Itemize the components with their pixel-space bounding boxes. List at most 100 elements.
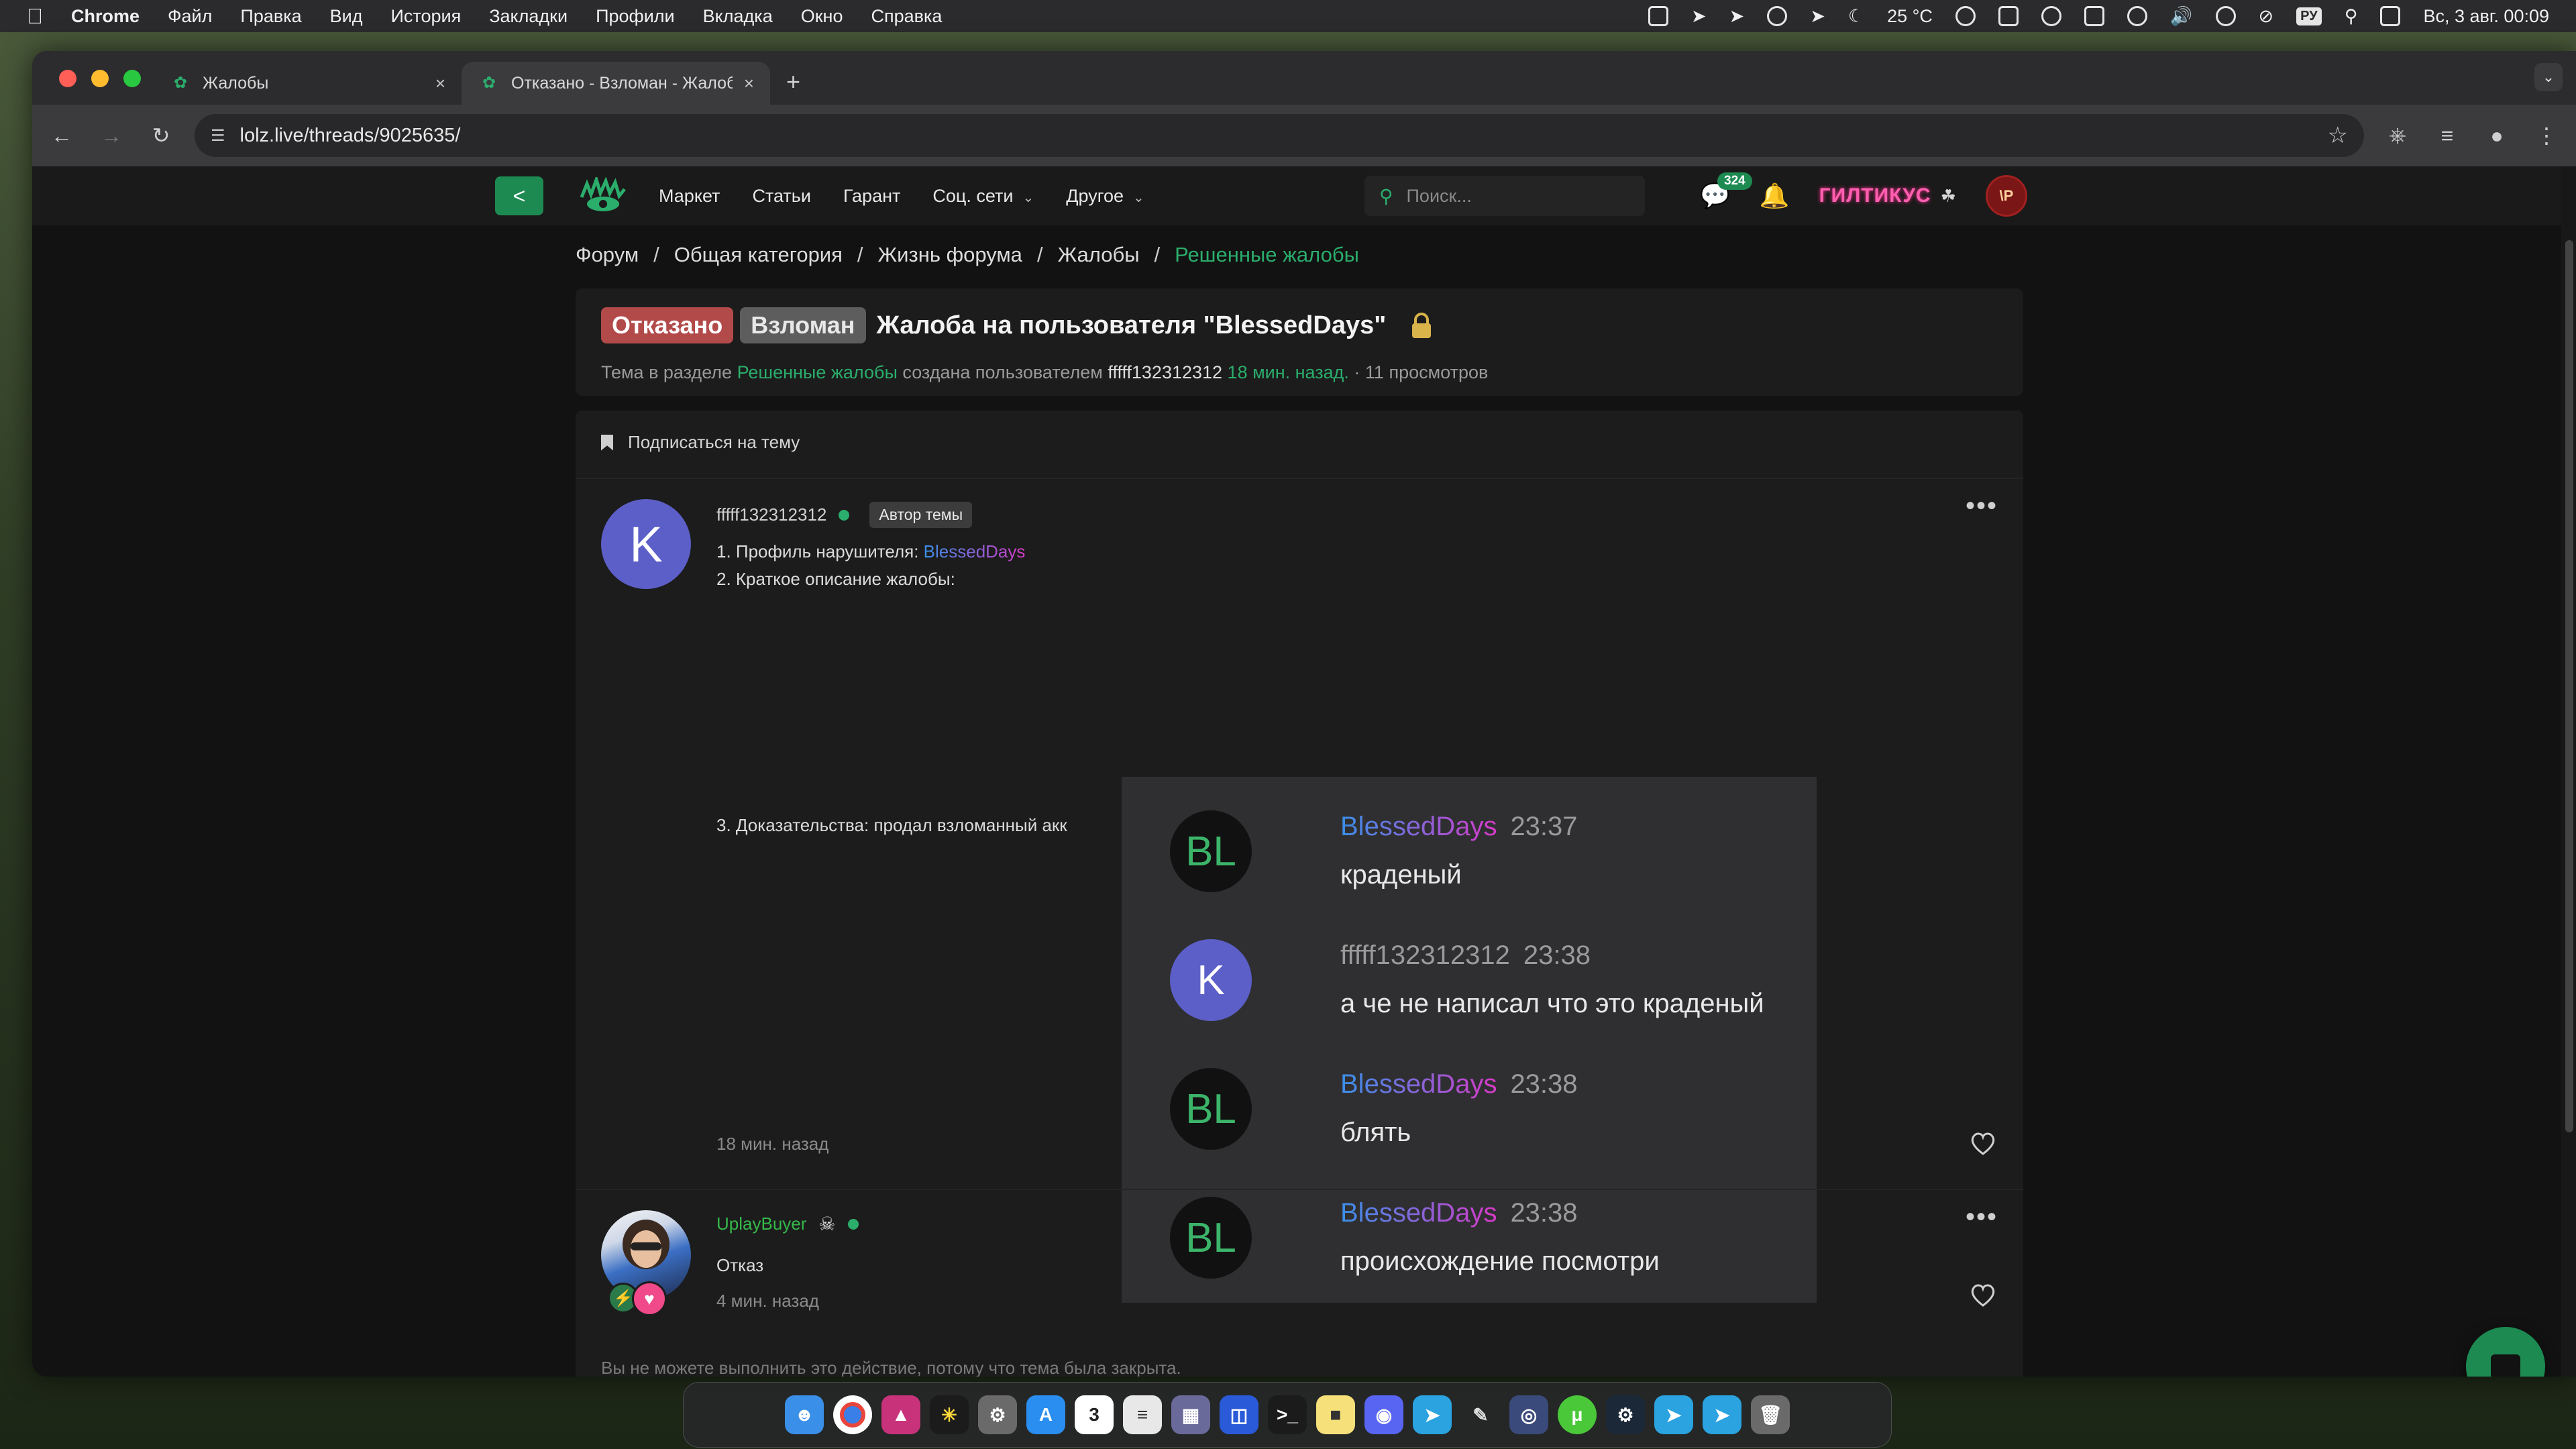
- p-status-icon[interactable]: [1767, 6, 1788, 26]
- breadcrumb-forum[interactable]: Форум: [576, 243, 639, 267]
- volume-icon[interactable]: 🔊: [2170, 5, 2193, 27]
- menubar-item-edit[interactable]: Правка: [240, 6, 301, 27]
- lolz-logo-icon[interactable]: [577, 176, 629, 216]
- browser-tab-complaints[interactable]: ✿ Жалобы ×: [153, 62, 462, 105]
- tab-close-icon[interactable]: ×: [435, 73, 445, 94]
- site-search[interactable]: ⚲ Поиск...: [1364, 176, 1645, 216]
- menubar-item-window[interactable]: Окно: [801, 6, 843, 27]
- site-settings-icon[interactable]: ☰: [211, 126, 225, 146]
- notifications-bell-icon[interactable]: 🔔: [1760, 182, 1790, 210]
- discord-icon[interactable]: ◉: [1364, 1395, 1403, 1434]
- telegram-status-icon-3[interactable]: ➤: [1810, 6, 1825, 27]
- settings-icon[interactable]: ⚙: [978, 1395, 1017, 1434]
- violator-profile-link[interactable]: BlessedDays: [924, 541, 1026, 561]
- avatar[interactable]: K: [601, 499, 691, 589]
- telegram2-icon[interactable]: ➤: [1654, 1395, 1693, 1434]
- site-back-button[interactable]: <: [495, 176, 543, 215]
- vpn-icon[interactable]: [2041, 6, 2061, 26]
- telegram-status-icon[interactable]: ➤: [1691, 6, 1707, 27]
- finder-icon[interactable]: ☻: [785, 1395, 824, 1434]
- nav-social-dropdown[interactable]: Соц. сети ⌄: [932, 186, 1034, 207]
- current-user-avatar[interactable]: \P: [1985, 175, 2027, 217]
- menubar-item-history[interactable]: История: [390, 6, 461, 27]
- post-timestamp[interactable]: 18 мин. назад: [716, 1134, 828, 1155]
- wifi-off-icon[interactable]: ⊘: [2259, 6, 2274, 27]
- play-icon[interactable]: [2215, 6, 2236, 26]
- control-center-icon[interactable]: [2380, 6, 2401, 26]
- extensions-puzzle-icon[interactable]: ⎈: [2381, 119, 2414, 152]
- nav-articles[interactable]: Статьи: [752, 186, 811, 207]
- menubar-item-file[interactable]: Файл: [168, 6, 212, 27]
- pen-icon[interactable]: ✎: [1461, 1395, 1500, 1434]
- nav-other-dropdown[interactable]: Другое ⌄: [1066, 186, 1144, 207]
- breadcrumb-resolved[interactable]: Решенные жалобы: [1175, 243, 1359, 267]
- steam-icon[interactable]: ⚙: [1606, 1395, 1645, 1434]
- display-icon[interactable]: [1648, 6, 1668, 26]
- apple-menu-icon[interactable]: : [27, 4, 43, 29]
- zoom-window-button[interactable]: [123, 70, 141, 87]
- prefix-rejected-badge[interactable]: Отказано: [601, 307, 734, 343]
- reading-list-icon[interactable]: ≡: [2431, 119, 2463, 152]
- back-arrow-icon[interactable]: ←: [46, 119, 78, 152]
- menubar-item-profiles[interactable]: Профили: [596, 6, 675, 27]
- calendar-icon[interactable]: 3: [1075, 1395, 1114, 1434]
- breadcrumb-complaints[interactable]: Жалобы: [1058, 243, 1140, 267]
- post-more-icon[interactable]: •••: [1966, 491, 1998, 521]
- page-scrollbar[interactable]: [2561, 166, 2576, 1377]
- telegram-icon[interactable]: ➤: [1413, 1395, 1452, 1434]
- menubar-item-tab[interactable]: Вкладка: [703, 6, 773, 27]
- browser-menu-icon[interactable]: ⋮: [2530, 119, 2563, 152]
- new-tab-button[interactable]: +: [770, 62, 816, 105]
- menubar-item-view[interactable]: Вид: [330, 6, 363, 27]
- telegram3-icon[interactable]: ➤: [1703, 1395, 1741, 1434]
- like-heart-icon[interactable]: [1968, 1280, 1998, 1309]
- stickies-icon[interactable]: ■: [1316, 1395, 1355, 1434]
- telegram-status-icon-2[interactable]: ➤: [1729, 6, 1745, 27]
- weather-moon-icon[interactable]: ☾: [1848, 6, 1864, 27]
- spotlight-search-icon[interactable]: ⚲: [2345, 6, 2358, 27]
- launchpad-icon[interactable]: ▦: [1171, 1395, 1210, 1434]
- chrome-icon[interactable]: [833, 1395, 872, 1434]
- post-username[interactable]: UplayBuyer: [716, 1214, 806, 1234]
- menubar-item-help[interactable]: Справка: [871, 6, 942, 27]
- bitwarden-status-icon[interactable]: [2084, 6, 2104, 26]
- wordpress-icon-2[interactable]: [2127, 6, 2147, 26]
- utorrent-icon[interactable]: μ: [1558, 1395, 1597, 1434]
- user-menu[interactable]: ГИЛТИКУС ☘: [1819, 184, 1956, 207]
- scrollbar-thumb[interactable]: [2565, 240, 2573, 1132]
- url-text[interactable]: lolz.live/threads/9025635/: [240, 125, 461, 147]
- affinity-icon[interactable]: ▲: [881, 1395, 920, 1434]
- notes-icon[interactable]: ≡: [1123, 1395, 1162, 1434]
- tab-search-chevron-icon[interactable]: ⌄: [2534, 63, 2563, 91]
- close-window-button[interactable]: [59, 70, 76, 87]
- reload-icon[interactable]: ↻: [145, 119, 177, 152]
- nav-market[interactable]: Маркет: [659, 186, 720, 207]
- search-placeholder[interactable]: Поиск...: [1407, 186, 1472, 207]
- post-timestamp[interactable]: 4 мин. назад: [716, 1291, 819, 1311]
- bitwarden-icon[interactable]: ◫: [1220, 1395, 1258, 1434]
- menubar-clock[interactable]: Вс, 3 авг. 00:09: [2423, 6, 2549, 27]
- bookmark-star-icon[interactable]: ☆: [2328, 122, 2348, 149]
- weather-temperature[interactable]: 25 °C: [1887, 6, 1933, 27]
- chat-fab-button[interactable]: [2466, 1327, 2545, 1377]
- menubar-app-name[interactable]: Chrome: [71, 6, 140, 27]
- cloud-icon[interactable]: [1998, 6, 2019, 26]
- breadcrumb-forum-life[interactable]: Жизнь форума: [878, 243, 1022, 267]
- post-more-icon[interactable]: •••: [1966, 1202, 1998, 1232]
- appstore-icon[interactable]: A: [1026, 1395, 1065, 1434]
- meta-section-link[interactable]: Решенные жалобы: [737, 362, 898, 382]
- minimize-window-button[interactable]: [91, 70, 109, 87]
- meta-author-link[interactable]: fffff132312312: [1108, 362, 1222, 382]
- subscribe-button[interactable]: Подписаться на тему: [601, 432, 800, 453]
- like-heart-icon[interactable]: [1968, 1128, 1998, 1158]
- breadcrumb-general[interactable]: Общая категория: [674, 243, 843, 267]
- browser-tab-active[interactable]: ✿ Отказано - Взломан - Жалоба ×: [462, 62, 770, 105]
- prefix-hacked-badge[interactable]: Взломан: [740, 307, 866, 343]
- spark-icon[interactable]: ✳: [930, 1395, 969, 1434]
- tab-close-icon[interactable]: ×: [744, 73, 754, 94]
- wordpress-icon[interactable]: [1955, 6, 1976, 26]
- address-bar[interactable]: ☰ lolz.live/threads/9025635/ ☆: [195, 114, 2364, 157]
- incognito-profile-icon[interactable]: ●: [2481, 119, 2513, 152]
- trash-icon[interactable]: 🗑: [1751, 1395, 1790, 1434]
- nav-guarantor[interactable]: Гарант: [843, 186, 900, 207]
